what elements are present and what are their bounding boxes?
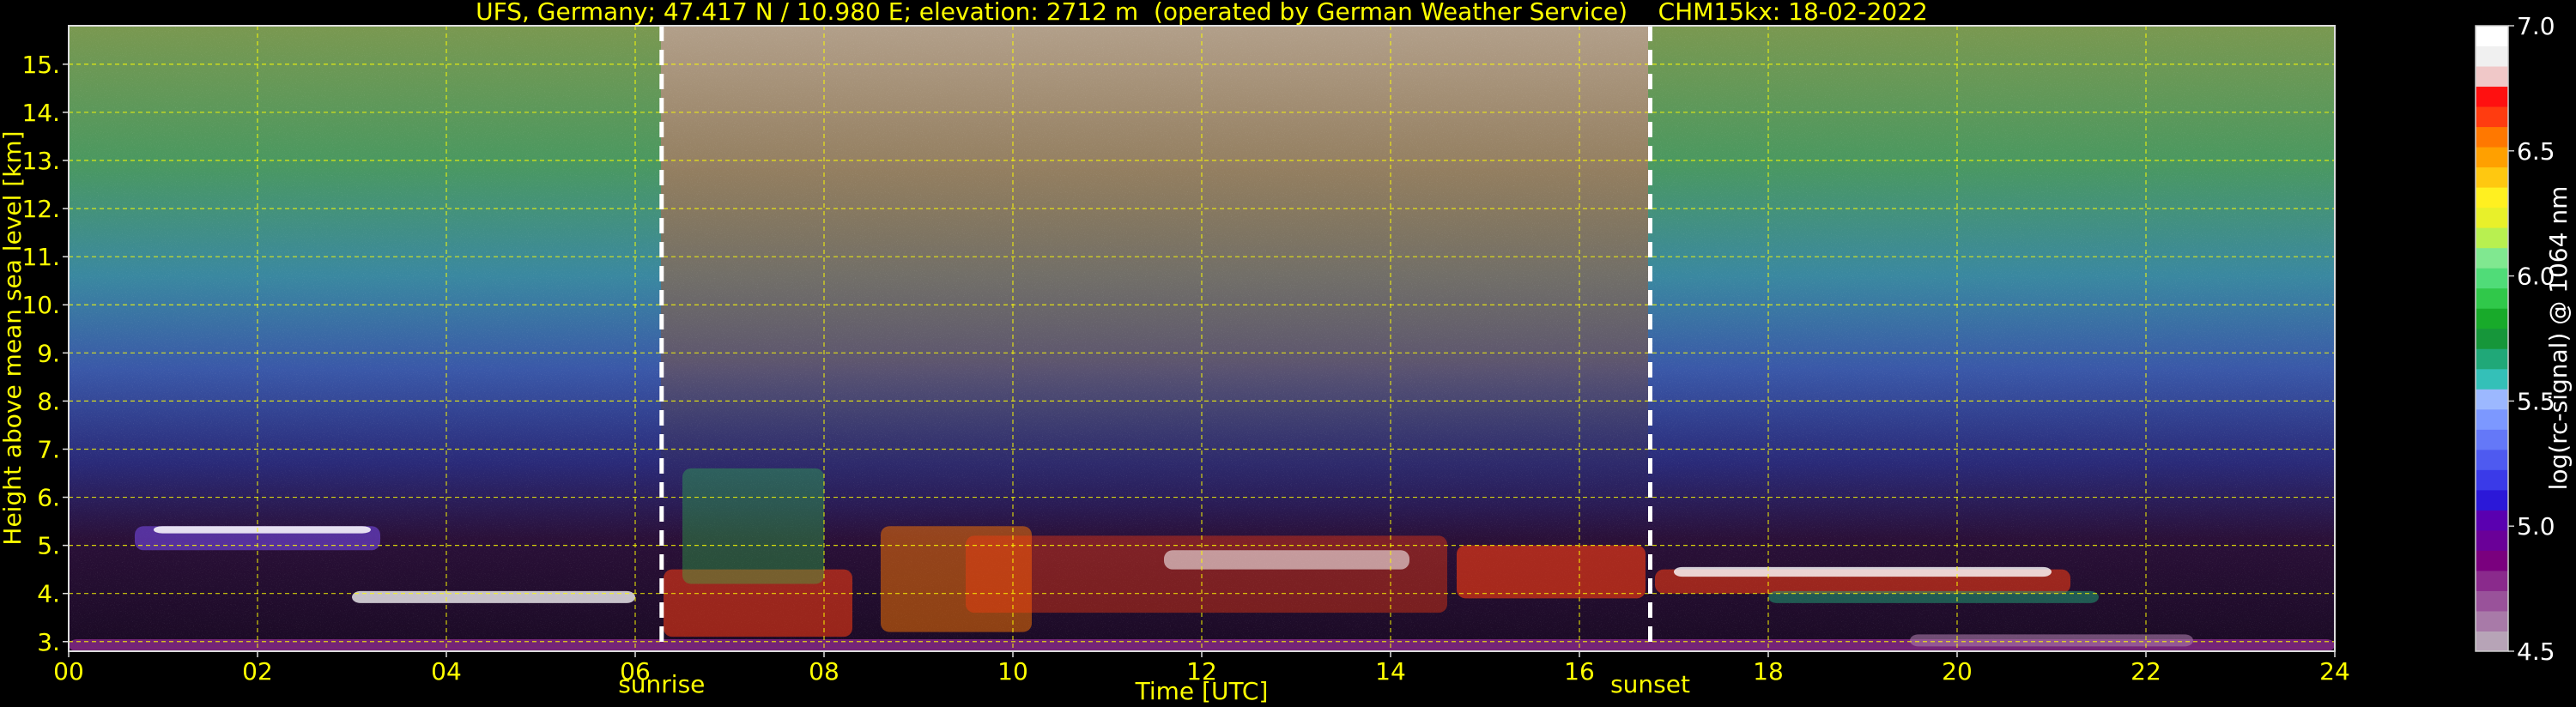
x-tick-label: 10 <box>997 657 1028 686</box>
colorbar-segment <box>2476 287 2508 309</box>
colorbar-segment <box>2476 610 2508 631</box>
y-tick-label: 13. <box>21 147 60 175</box>
colorbar-segment <box>2476 308 2508 329</box>
colorbar-segment <box>2476 570 2508 591</box>
x-tick-label: 22 <box>2131 657 2161 686</box>
y-tick-label: 10. <box>21 291 60 319</box>
cloud-band <box>682 468 824 584</box>
x-axis-label: Time [UTC] <box>1135 677 1269 705</box>
colorbar-segment <box>2476 348 2508 370</box>
y-tick-label: 3. <box>37 628 60 656</box>
chart-title: UFS, Germany; 47.417 N / 10.980 E; eleva… <box>476 0 1928 26</box>
colorbar-segment <box>2476 227 2508 249</box>
cloud-band <box>1674 566 2052 577</box>
x-tick-label: 00 <box>53 657 84 686</box>
colorbar-segment <box>2476 529 2508 551</box>
y-axis-ticks: 3. 4. 5. 6. 7. 8. 9. 10. 11. 12. 13. 14. 15. <box>21 51 69 656</box>
colorbar-tick-label: 6.5 <box>2517 137 2555 166</box>
colorbar-segment <box>2476 45 2508 67</box>
colorbar-segment <box>2476 86 2508 107</box>
cloud-band <box>1457 545 1646 599</box>
colorbar-segment <box>2476 590 2508 612</box>
lidar-ceilometer-chart: sunrise sunset 00 02 04 06 08 10 12 14 16 18 20 22 24… <box>0 0 2573 705</box>
y-tick-label: 6. <box>37 484 60 512</box>
colorbar-segment <box>2476 106 2508 128</box>
y-tick-label: 9. <box>37 339 60 367</box>
y-tick-label: 7. <box>37 435 60 463</box>
colorbar-segment <box>2476 26 2508 47</box>
colorbar-label: log(rc-signal) @ 1064 nm <box>2544 186 2573 491</box>
colorbar-segment <box>2476 631 2508 652</box>
y-tick-label: 12. <box>21 195 60 223</box>
y-tick-label: 11. <box>21 243 60 271</box>
cloud-band <box>352 590 635 603</box>
cloud-band <box>154 526 371 534</box>
colorbar-segment <box>2476 510 2508 531</box>
x-tick-label: 20 <box>1942 657 1973 686</box>
colorbar-segment <box>2476 389 2508 410</box>
colorbar-segment <box>2476 429 2508 450</box>
x-tick-label: 24 <box>2319 657 2350 686</box>
cloud-band <box>1768 590 2099 603</box>
colorbar-segment <box>2476 207 2508 228</box>
colorbar-segment <box>2476 166 2508 188</box>
colorbar-segment <box>2476 550 2508 571</box>
colorbar-tick-label: 5.0 <box>2517 512 2555 541</box>
y-tick-label: 14. <box>21 99 60 127</box>
colorbar-segment <box>2476 187 2508 208</box>
cloud-band <box>1164 550 1409 570</box>
cloud-band <box>1910 634 2193 647</box>
colorbar-segment <box>2476 268 2508 289</box>
colorbar-segment <box>2476 368 2508 390</box>
x-tick-label: 04 <box>431 657 462 686</box>
cloud-band <box>966 535 1447 613</box>
colorbar-segments <box>2476 26 2508 652</box>
y-tick-label: 5. <box>37 532 60 560</box>
colorbar-tick-label: 4.5 <box>2517 638 2555 666</box>
colorbar-segment <box>2476 449 2508 470</box>
y-tick-label: 15. <box>21 51 60 79</box>
x-tick-label: 18 <box>1753 657 1784 686</box>
y-axis-label: Height above mean sea level [km] <box>0 130 27 545</box>
colorbar-segment <box>2476 328 2508 349</box>
colorbar-segment <box>2476 126 2508 148</box>
colorbar-segment <box>2476 469 2508 491</box>
colorbar: 7.06.56.05.55.04.5 log(rc-signal) @ 1064… <box>2475 12 2573 666</box>
x-tick-label: 02 <box>242 657 273 686</box>
colorbar-tick-label: 7.0 <box>2517 12 2555 40</box>
x-tick-label: 06 <box>620 657 651 686</box>
colorbar-segment <box>2476 147 2508 168</box>
x-tick-label: 14 <box>1375 657 1406 686</box>
colorbar-segment <box>2476 489 2508 511</box>
y-tick-label: 4. <box>37 580 60 608</box>
colorbar-segment <box>2476 247 2508 269</box>
sunset-label: sunset <box>1610 670 1690 698</box>
x-tick-label: 08 <box>809 657 839 686</box>
y-tick-label: 8. <box>37 387 60 415</box>
colorbar-segment <box>2476 408 2508 430</box>
colorbar-segment <box>2476 66 2508 88</box>
x-tick-label: 16 <box>1564 657 1595 686</box>
